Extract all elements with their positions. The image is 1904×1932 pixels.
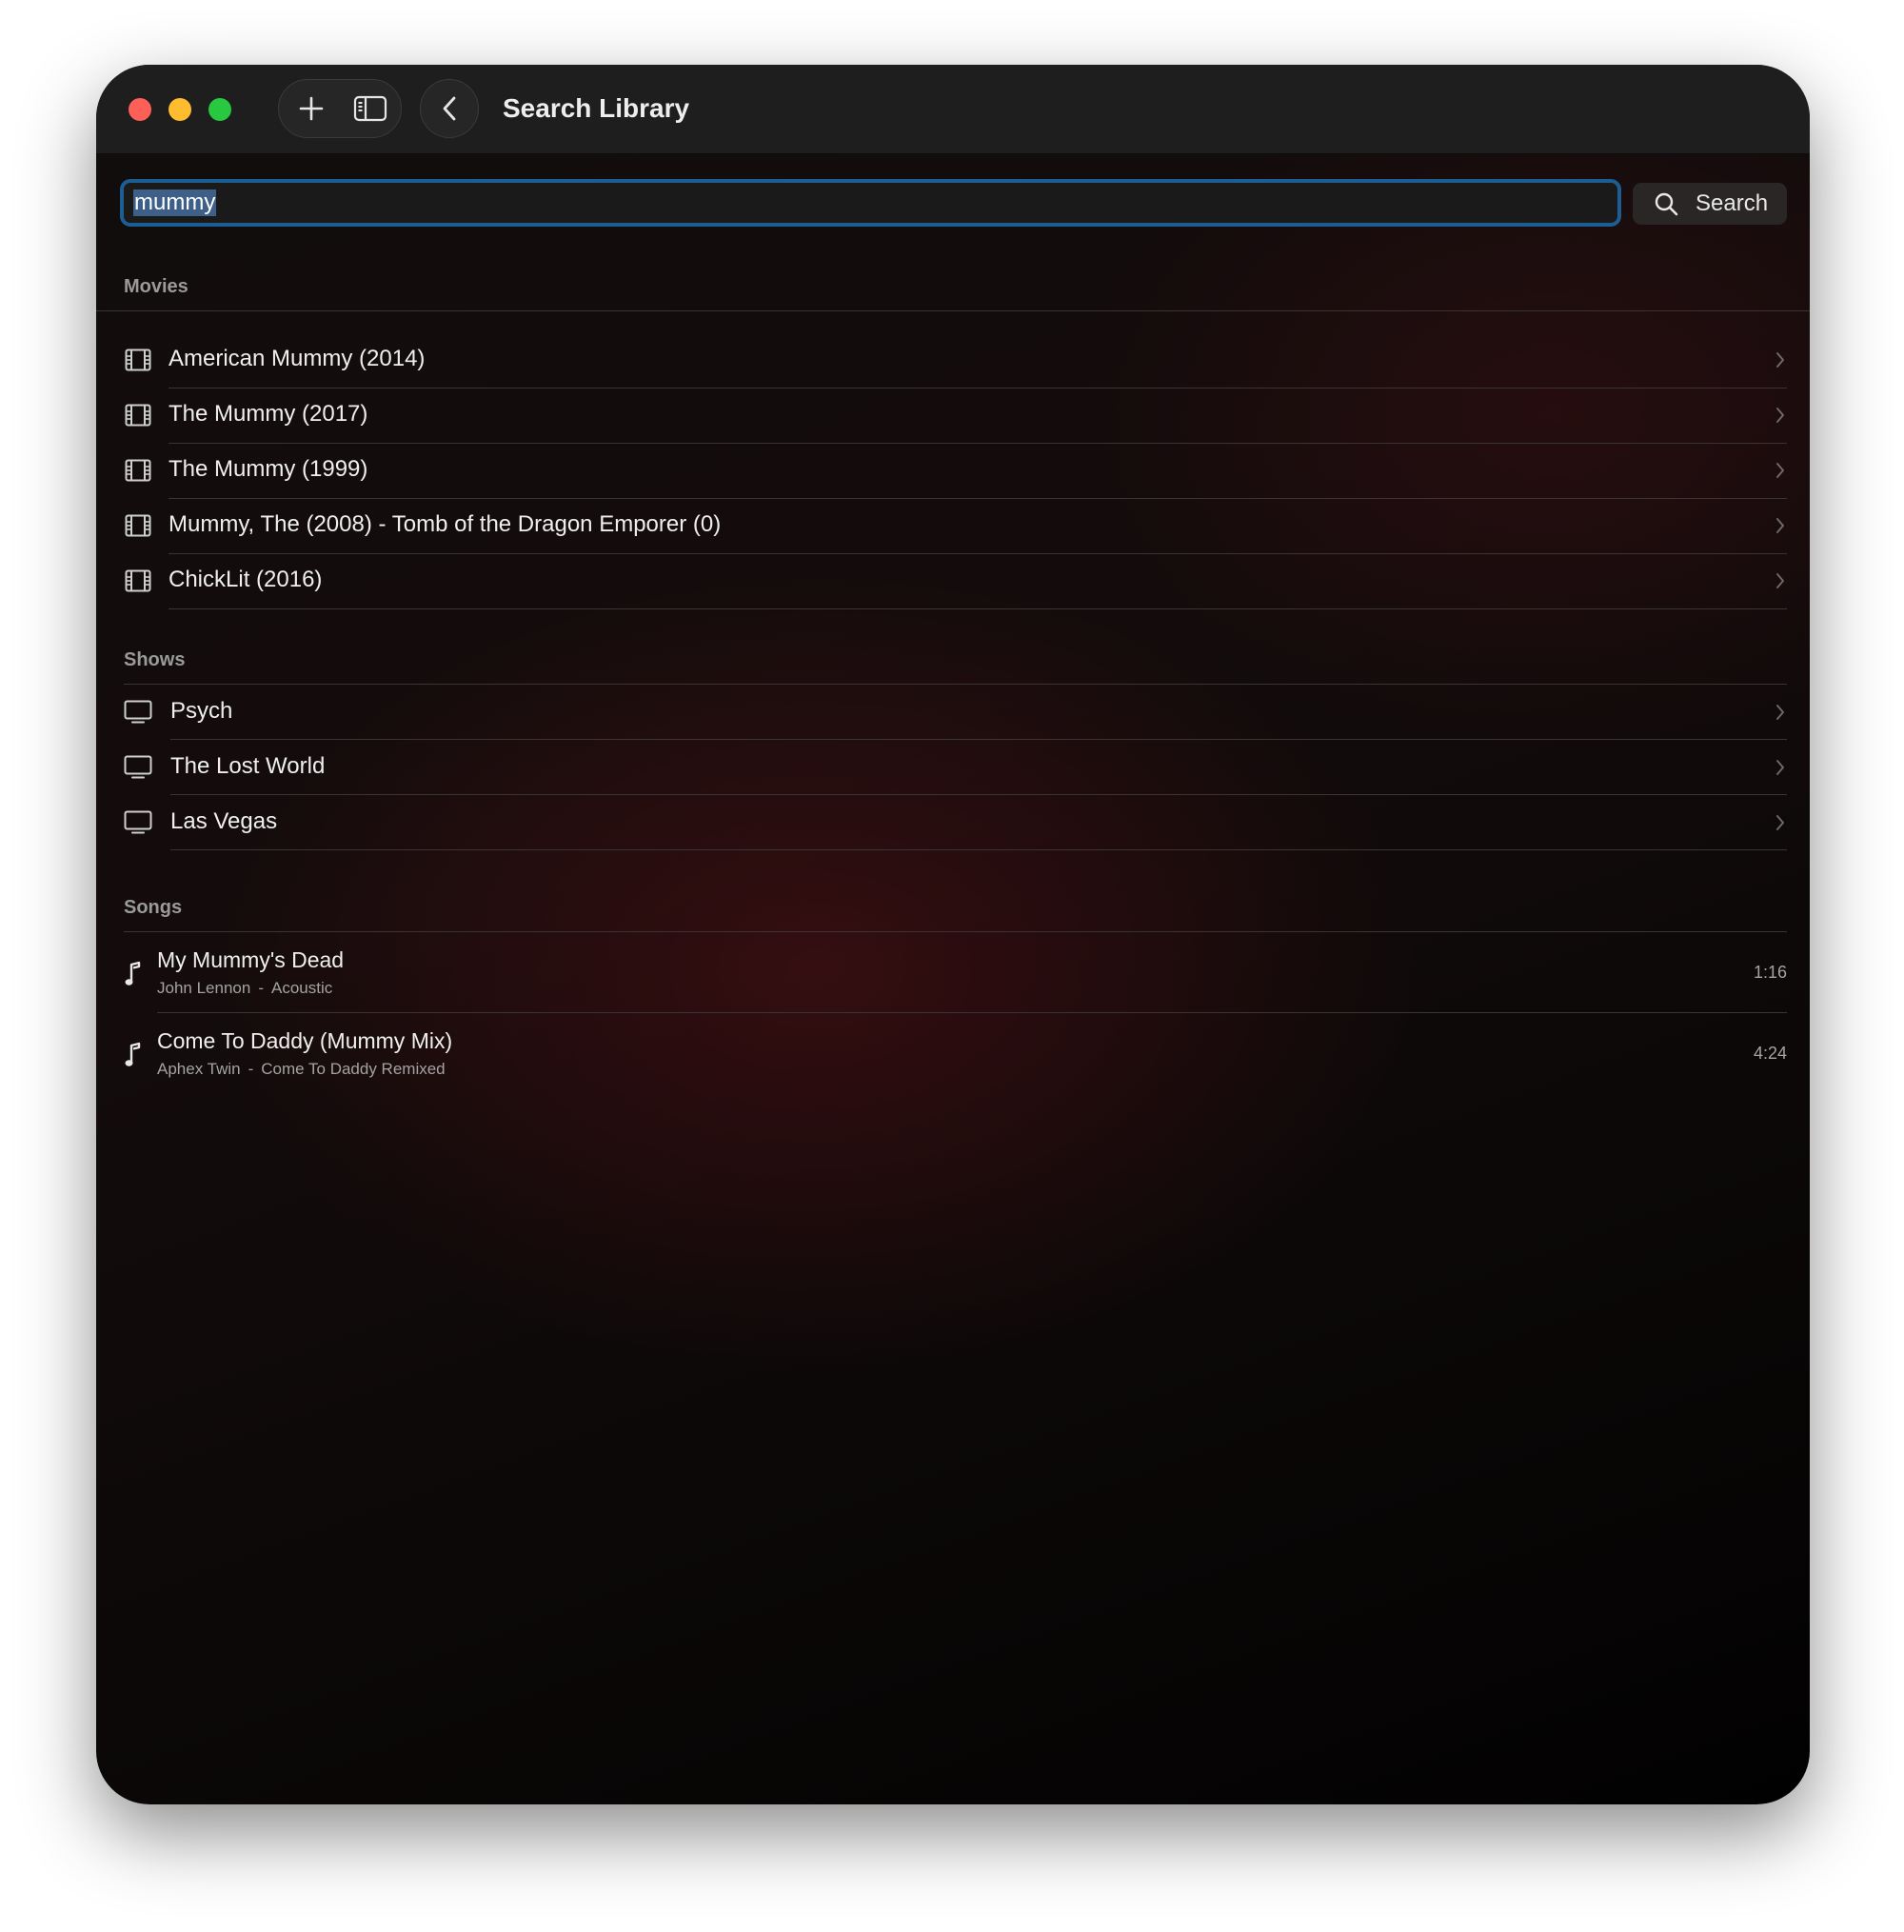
chevron-right-icon [1774, 701, 1787, 724]
chevron-left-icon [443, 96, 456, 121]
chevron-right-icon [1774, 349, 1787, 371]
add-button[interactable] [281, 80, 342, 137]
section-header-shows: Shows [124, 649, 186, 670]
film-icon [124, 401, 152, 429]
plus-icon [299, 96, 324, 121]
section-divider [96, 310, 1810, 311]
song-title: My Mummy's Dead [157, 947, 345, 972]
chevron-right-icon [1774, 404, 1787, 427]
list-item-movie[interactable]: Mummy, The (2008) - Tomb of the Dragon E… [124, 499, 1787, 554]
song-album: Come To Daddy Remixed [261, 1060, 446, 1078]
film-icon [124, 346, 152, 374]
close-window-button[interactable] [129, 98, 151, 121]
song-duration: 1:16 [1753, 963, 1787, 982]
title-bar: Search Library [96, 65, 1810, 154]
toolbar-button-group [278, 79, 402, 138]
show-title: Psych [170, 698, 233, 724]
movie-title: ChickLit (2016) [169, 567, 323, 592]
song-subtitle: John Lennon - Acoustic [157, 979, 333, 997]
music-note-icon [124, 961, 143, 987]
search-input[interactable]: mummy [120, 179, 1621, 227]
song-title: Come To Daddy (Mummy Mix) [157, 1028, 453, 1053]
list-item-song[interactable]: My Mummy's Dead John Lennon - Acoustic 1:1… [124, 932, 1787, 1013]
chevron-right-icon [1774, 569, 1787, 592]
list-item-show[interactable]: The Lost World [124, 740, 1787, 795]
music-note-icon [124, 1042, 143, 1068]
film-icon [124, 567, 152, 595]
tv-icon [124, 808, 152, 837]
maximize-window-button[interactable] [208, 98, 231, 121]
row-separator [170, 849, 1787, 850]
show-title: Las Vegas [170, 808, 278, 834]
list-item-movie[interactable]: The Mummy (2017) [124, 388, 1787, 444]
app-window: Search Library mummy Search Movies Ameri… [96, 65, 1810, 1804]
movie-title: The Mummy (1999) [169, 456, 368, 482]
film-icon [124, 456, 152, 485]
song-artist: Aphex Twin [157, 1060, 241, 1078]
song-subtitle: Aphex Twin - Come To Daddy Remixed [157, 1060, 446, 1078]
chevron-right-icon [1774, 459, 1787, 482]
list-item-movie[interactable]: American Mummy (2014) [124, 333, 1787, 388]
back-button[interactable] [420, 79, 479, 138]
row-separator [169, 608, 1787, 609]
list-item-movie[interactable]: ChickLit (2016) [124, 554, 1787, 609]
list-item-movie[interactable]: The Mummy (1999) [124, 444, 1787, 499]
film-icon [124, 511, 152, 540]
list-item-show[interactable]: Las Vegas [124, 795, 1787, 850]
minimize-window-button[interactable] [169, 98, 191, 121]
movie-title: American Mummy (2014) [169, 346, 426, 371]
chevron-right-icon [1774, 514, 1787, 537]
tv-icon [124, 753, 152, 782]
song-duration: 4:24 [1753, 1044, 1787, 1063]
list-item-show[interactable]: Psych [124, 685, 1787, 740]
list-item-song[interactable]: Come To Daddy (Mummy Mix) Aphex Twin - Com… [124, 1013, 1787, 1094]
sidebar-icon [353, 95, 387, 122]
song-artist: John Lennon [157, 979, 251, 997]
section-header-songs: Songs [124, 897, 183, 918]
window-title: Search Library [503, 93, 690, 123]
toggle-sidebar-button[interactable] [340, 80, 401, 137]
show-title: The Lost World [170, 753, 326, 779]
song-album: Acoustic [271, 979, 333, 997]
search-button[interactable]: Search [1633, 183, 1787, 225]
chevron-right-icon [1774, 811, 1787, 834]
search-button-label: Search [1696, 190, 1769, 216]
movie-title: The Mummy (2017) [169, 401, 368, 427]
section-header-movies: Movies [124, 276, 188, 297]
magnifying-glass-icon [1655, 192, 1678, 216]
movie-title: Mummy, The (2008) - Tomb of the Dragon E… [169, 511, 722, 537]
search-query-text: mummy [133, 189, 217, 216]
tv-icon [124, 698, 152, 727]
chevron-right-icon [1774, 756, 1787, 779]
